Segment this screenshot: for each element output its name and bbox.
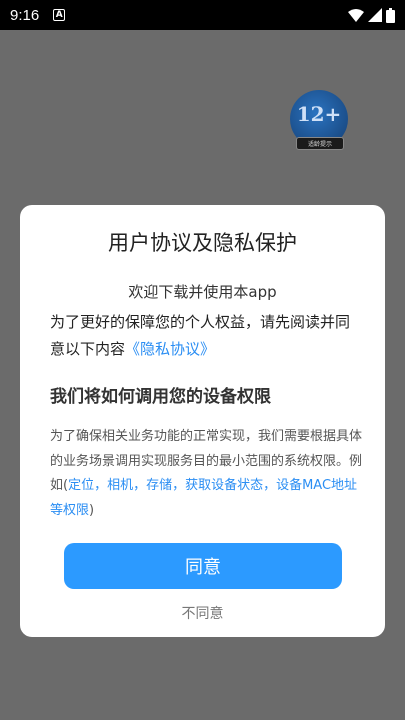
battery-icon: [386, 7, 395, 23]
permissions-close: ): [89, 502, 95, 518]
welcome-text: 欢迎下载并使用本app: [128, 283, 277, 301]
wifi-icon: [348, 8, 364, 22]
agree-button[interactable]: 同意: [64, 543, 342, 589]
signal-icon: [368, 8, 382, 22]
privacy-policy-link[interactable]: 《隐私协议》: [125, 340, 215, 358]
intro-paragraph: 为了更好的保障您的个人权益，请先阅读并同意以下内容《隐私协议》: [50, 309, 360, 363]
disagree-button[interactable]: 不同意: [20, 603, 385, 623]
status-time: 9:16: [10, 6, 40, 24]
status-bar: 9:16 A: [0, 0, 405, 30]
dialog-title: 用户协议及隐私保护: [108, 231, 297, 255]
age-rating-caption: 适龄提示: [296, 137, 344, 150]
permissions-examples: 定位，相机，存储，获取设备状态，设备MAC地址等权限: [50, 478, 358, 518]
age-rating-label: 12+: [296, 102, 342, 126]
permissions-heading: 我们将如何调用您的设备权限: [50, 387, 271, 407]
permissions-paragraph: 为了确保相关业务功能的正常实现，我们需要根据具体的业务场景调用实现服务目的最小范…: [50, 425, 368, 523]
notification-icon: A: [53, 9, 66, 21]
status-icons: [348, 7, 395, 23]
privacy-dialog: 用户协议及隐私保护 欢迎下载并使用本app 为了更好的保障您的个人权益，请先阅读…: [20, 205, 385, 637]
